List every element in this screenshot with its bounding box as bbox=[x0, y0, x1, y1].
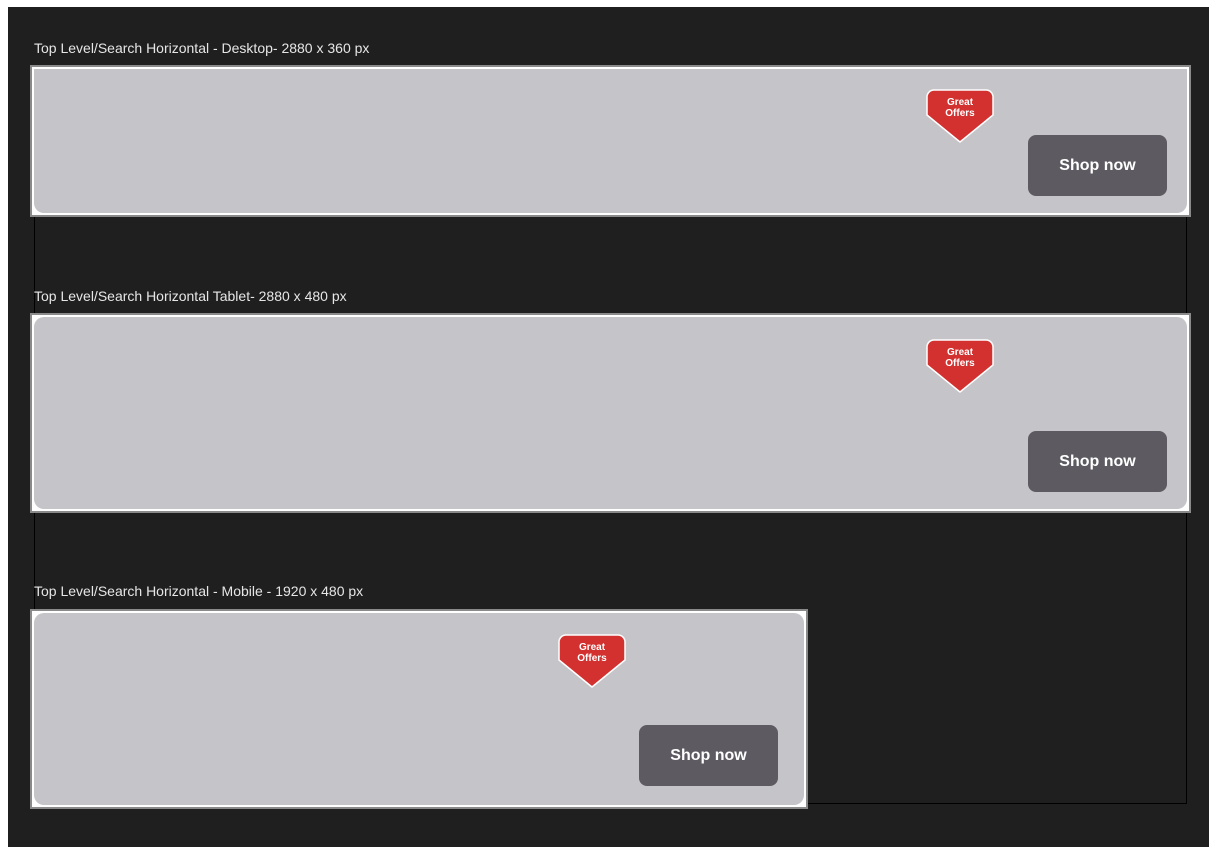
banner-desktop-background bbox=[34, 69, 1187, 213]
banner-desktop[interactable]: Great Offers Shop now bbox=[30, 65, 1191, 217]
banner-mobile[interactable]: Great Offers Shop now bbox=[30, 609, 808, 809]
frame-label-tablet[interactable]: Top Level/Search Horizontal Tablet- 2880… bbox=[34, 288, 347, 304]
frame-label-mobile[interactable]: Top Level/Search Horizontal - Mobile - 1… bbox=[34, 583, 363, 599]
great-offers-badge: Great Offers bbox=[926, 89, 994, 143]
shop-now-button[interactable]: Shop now bbox=[1028, 135, 1167, 196]
shop-now-button[interactable]: Shop now bbox=[639, 725, 778, 786]
badge-text: Great Offers bbox=[945, 97, 975, 119]
great-offers-badge: Great Offers bbox=[558, 634, 626, 688]
great-offers-badge: Great Offers bbox=[926, 339, 994, 393]
frame-label-desktop[interactable]: Top Level/Search Horizontal - Desktop- 2… bbox=[34, 40, 369, 56]
design-canvas: Top Level/Search Horizontal - Desktop- 2… bbox=[8, 7, 1209, 847]
banner-tablet[interactable]: Great Offers Shop now bbox=[30, 313, 1191, 513]
badge-text: Great Offers bbox=[577, 642, 607, 664]
banner-tablet-background bbox=[34, 317, 1187, 509]
badge-text: Great Offers bbox=[945, 347, 975, 369]
shop-now-button[interactable]: Shop now bbox=[1028, 431, 1167, 492]
